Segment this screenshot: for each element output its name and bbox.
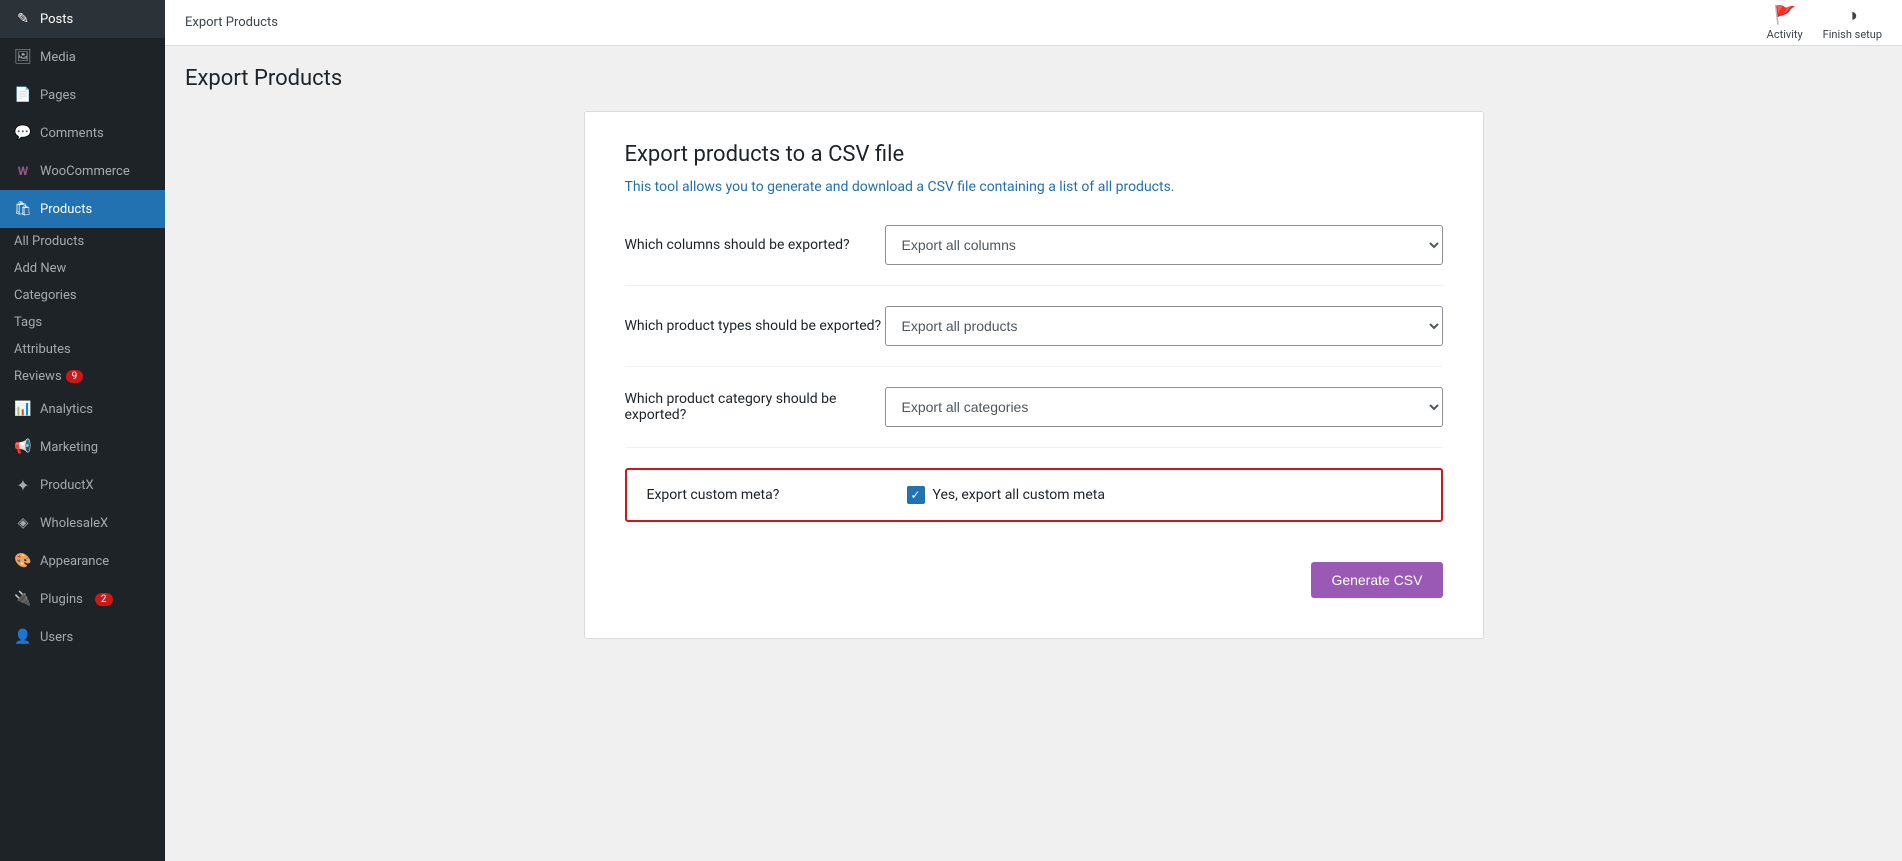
sidebar-item-plugins[interactable]: 🔌 Plugins 2 [0, 580, 165, 618]
sidebar-item-productx[interactable]: ✦ ProductX [0, 466, 165, 504]
sidebar-item-label: Users [40, 630, 73, 645]
productx-icon: ✦ [14, 476, 32, 494]
sidebar-item-label: WholesaleX [40, 516, 108, 531]
products-submenu: All Products Add New Categories Tags Att… [0, 228, 165, 390]
sidebar-item-woocommerce[interactable]: W WooCommerce [0, 152, 165, 190]
page-title: Export Products [185, 66, 1882, 91]
products-icon: 🛍 [14, 200, 32, 218]
wholesalex-icon: ◈ [14, 514, 32, 532]
sidebar-subitem-add-new[interactable]: Add New [0, 255, 165, 282]
sidebar-subitem-categories[interactable]: Categories [0, 282, 165, 309]
sidebar-item-label: Media [40, 50, 76, 65]
custom-meta-checkbox[interactable]: ✓ [907, 486, 925, 504]
marketing-icon: 📢 [14, 438, 32, 456]
sidebar-item-users[interactable]: 👤 Users [0, 618, 165, 656]
sidebar-item-products[interactable]: 🛍 Products [0, 190, 165, 228]
category-select[interactable]: Export all categories [885, 387, 1443, 427]
sidebar-item-label: Appearance [40, 554, 109, 569]
custom-meta-row: Export custom meta? ✓ Yes, export all cu… [625, 468, 1443, 522]
comments-icon: 💬 [14, 124, 32, 142]
breadcrumb: Export Products [185, 15, 278, 30]
product-types-row: Which product types should be exported? … [625, 306, 1443, 367]
plugins-icon: 🔌 [14, 590, 32, 608]
custom-meta-checkbox-text: Yes, export all custom meta [933, 487, 1105, 503]
sidebar-item-posts[interactable]: ✎ Posts [0, 0, 165, 38]
sidebar-item-label: Products [40, 202, 92, 217]
finish-setup-icon: ◑ [1847, 5, 1858, 26]
appearance-icon: 🎨 [14, 552, 32, 570]
columns-select[interactable]: Export all columns [885, 225, 1443, 265]
posts-icon: ✎ [14, 10, 32, 28]
media-icon: 🖼 [14, 48, 32, 66]
button-row: Generate CSV [625, 552, 1443, 598]
sidebar-item-marketing[interactable]: 📢 Marketing [0, 428, 165, 466]
finish-setup-button[interactable]: ◑ Finish setup [1823, 5, 1882, 41]
sidebar-item-wholesalex[interactable]: ◈ WholesaleX [0, 504, 165, 542]
activity-button[interactable]: 🚩 Activity [1767, 5, 1803, 41]
sidebar-item-label: Marketing [40, 440, 98, 455]
columns-row: Which columns should be exported? Export… [625, 225, 1443, 286]
content-area: Export Products Export products to a CSV… [165, 46, 1902, 861]
sidebar-item-label: Analytics [40, 402, 93, 417]
export-card: Export products to a CSV file This tool … [584, 111, 1484, 639]
category-label: Which product category should be exporte… [625, 391, 885, 423]
main-wrap: Export Products 🚩 Activity ◑ Finish setu… [165, 0, 1902, 861]
sidebar-item-pages[interactable]: 📄 Pages [0, 76, 165, 114]
product-types-label: Which product types should be exported? [625, 318, 885, 334]
sidebar-item-label: Comments [40, 126, 104, 141]
custom-meta-checkbox-label[interactable]: ✓ Yes, export all custom meta [907, 486, 1105, 504]
reviews-badge: 9 [66, 370, 84, 383]
woocommerce-icon: W [14, 162, 32, 180]
finish-setup-label: Finish setup [1823, 28, 1882, 41]
export-card-title: Export products to a CSV file [625, 142, 1443, 167]
sidebar-item-label: ProductX [40, 478, 94, 493]
users-icon: 👤 [14, 628, 32, 646]
custom-meta-label: Export custom meta? [647, 487, 907, 503]
sidebar-item-label: WooCommerce [40, 164, 130, 179]
sidebar-item-appearance[interactable]: 🎨 Appearance [0, 542, 165, 580]
sidebar: ✎ Posts 🖼 Media 📄 Pages 💬 Comments W Woo… [0, 0, 165, 861]
sidebar-subitem-reviews[interactable]: Reviews 9 [0, 363, 165, 390]
generate-csv-button[interactable]: Generate CSV [1311, 562, 1442, 598]
activity-icon: 🚩 [1773, 5, 1795, 26]
sidebar-item-analytics[interactable]: 📊 Analytics [0, 390, 165, 428]
product-types-select[interactable]: Export all products [885, 306, 1443, 346]
sidebar-item-media[interactable]: 🖼 Media [0, 38, 165, 76]
category-row: Which product category should be exporte… [625, 387, 1443, 448]
sidebar-item-label: Pages [40, 88, 76, 103]
columns-label: Which columns should be exported? [625, 237, 885, 253]
topbar: Export Products 🚩 Activity ◑ Finish setu… [165, 0, 1902, 46]
sidebar-subitem-tags[interactable]: Tags [0, 309, 165, 336]
analytics-icon: 📊 [14, 400, 32, 418]
sidebar-subitem-attributes[interactable]: Attributes [0, 336, 165, 363]
sidebar-subitem-all-products[interactable]: All Products [0, 228, 165, 255]
sidebar-item-label: Posts [40, 12, 73, 27]
pages-icon: 📄 [14, 86, 32, 104]
activity-label: Activity [1767, 28, 1803, 41]
sidebar-item-comments[interactable]: 💬 Comments [0, 114, 165, 152]
export-card-description: This tool allows you to generate and dow… [625, 179, 1443, 195]
plugins-badge: 2 [95, 593, 113, 606]
topbar-actions: 🚩 Activity ◑ Finish setup [1767, 5, 1882, 41]
sidebar-item-label: Plugins [40, 592, 83, 607]
sidebar-item-products-wrap: 🛍 Products [0, 190, 165, 228]
